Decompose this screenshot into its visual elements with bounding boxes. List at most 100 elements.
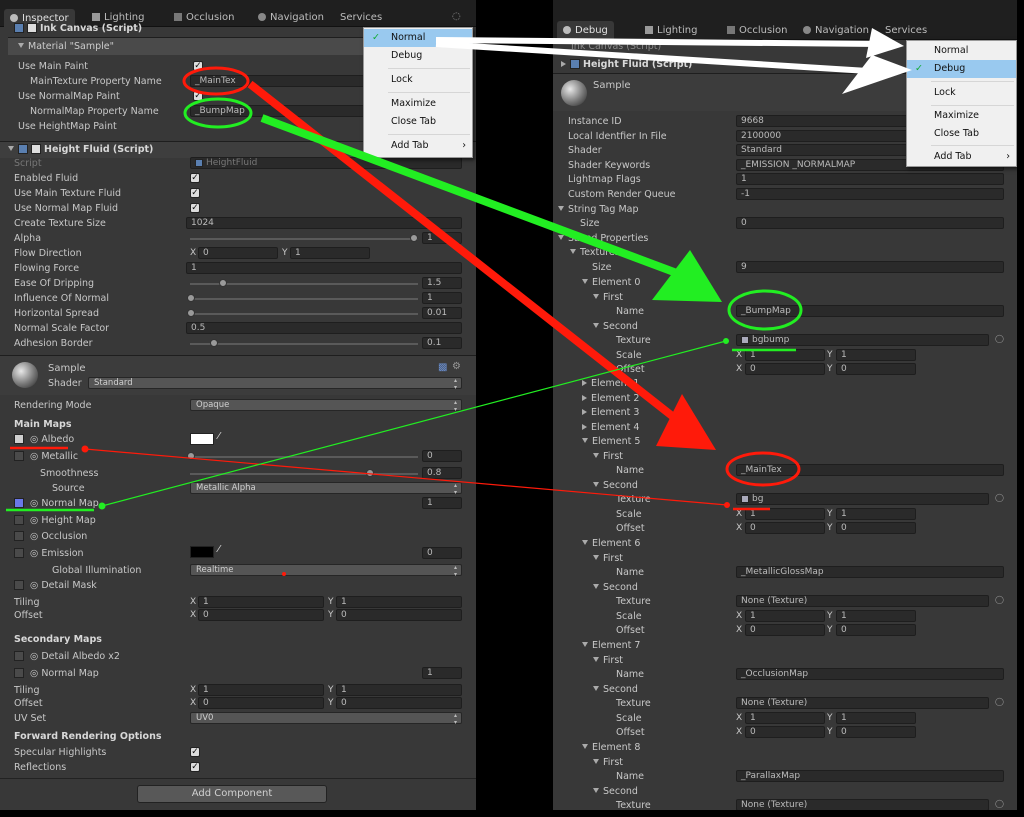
element-8[interactable]: Element 8 [582,741,640,754]
element-6-name-field[interactable]: _MetallicGlossMap [736,566,1004,578]
eyedropper-icon[interactable]: ⁄ [218,431,220,442]
use-normal-map-fluid-checkbox[interactable]: ✓ [190,203,200,213]
saved-properties[interactable]: Saved Properties [558,232,648,245]
element-6[interactable]: Element 6 [582,537,640,550]
horizontal-spread-field[interactable]: 0.01 [422,307,462,319]
add-component-button[interactable]: Add Component [137,785,327,803]
book-icon[interactable]: ▩ [438,362,447,373]
object-picker-icon[interactable]: ◯ [995,493,1004,502]
adhesion-border-field[interactable]: 0.1 [422,337,462,349]
menu-item-close-tab[interactable]: Close Tab [907,125,1016,143]
element-7[interactable]: Element 7 [582,639,640,652]
use-normalmap-paint-checkbox[interactable]: ✓ [193,91,203,101]
menu-item-normal[interactable]: Normal [907,42,1016,60]
gear-icon[interactable]: ⚙ [452,361,461,372]
alpha-slider-track[interactable] [190,238,418,240]
element-8-texture-field[interactable]: None (Texture) [736,799,989,810]
menu-item-add-tab[interactable]: Add Tab › [907,148,1016,166]
element-6-scale-y-field[interactable]: 1 [836,610,916,622]
second-foldout[interactable]: Second [593,581,638,594]
metallic-texture-slot[interactable] [14,451,24,461]
maintex-prop-field[interactable]: _MainTex [190,75,365,87]
height-fluid-title[interactable]: Height Fluid (Script) [8,143,153,156]
tab-occlusion[interactable]: Occlusion [174,8,234,27]
create-texture-size-field[interactable]: 1024 [186,217,462,229]
offset-x-field[interactable]: 0 [198,609,324,621]
second-foldout[interactable]: Second [593,683,638,696]
normal-scale-factor-field[interactable]: 0.5 [186,322,462,334]
menu-item-lock[interactable]: Lock [907,84,1016,102]
emission-field[interactable]: 0 [422,547,462,559]
tab-debug[interactable]: Debug [557,21,614,40]
specular-highlights-checkbox[interactable]: ✓ [190,747,200,757]
element-0-offset-y-field[interactable]: 0 [836,363,916,375]
alpha-field[interactable]: 1 [422,232,462,244]
metallic-slider-knob[interactable] [187,452,195,460]
element-5-scale-x-field[interactable]: 1 [745,508,825,520]
lightmap-flags-field[interactable]: 1 [736,173,1004,185]
element-5-texture-field[interactable]: bg [736,493,989,505]
horizontal-spread-slider-track[interactable] [190,313,418,315]
element-0-scale-y-field[interactable]: 1 [836,349,916,361]
smoothness-slider-track[interactable] [190,473,418,475]
source-dropdown[interactable]: Metallic Alpha [190,482,462,496]
detail-mask-texture-slot[interactable] [14,580,24,590]
use-main-texture-fluid-checkbox[interactable]: ✓ [190,188,200,198]
element-6-texture-field[interactable]: None (Texture) [736,595,989,607]
textures-size-field[interactable]: 9 [736,261,1004,273]
global-illumination-dropdown[interactable]: Realtime [190,564,462,578]
menu-item-debug[interactable]: Debug [364,47,472,65]
first-foldout[interactable]: First [593,450,623,463]
horizontal-spread-slider-knob[interactable] [187,309,195,317]
element-2[interactable]: Element 2 [582,392,639,405]
first-foldout[interactable]: First [593,654,623,667]
first-foldout[interactable]: First [593,291,623,304]
smoothness-slider-knob[interactable] [366,469,374,477]
uv-set-dropdown[interactable]: UV0 [190,712,462,726]
object-picker-icon[interactable]: ◯ [995,334,1004,343]
metallic-field[interactable]: 0 [422,450,462,462]
menu-item-add-tab[interactable]: Add Tab › [364,137,472,155]
normal-map-texture-slot[interactable] [14,498,24,508]
eyedropper-icon[interactable]: ⁄ [218,544,220,555]
element-5-offset-y-field[interactable]: 0 [836,522,916,534]
height-fluid-title[interactable]: Height Fluid (Script) [561,58,692,71]
rendering-mode-dropdown[interactable]: Opaque [190,399,462,413]
element-7-texture-field[interactable]: None (Texture) [736,697,989,709]
element-0[interactable]: Element 0 [582,276,640,289]
element-5-offset-x-field[interactable]: 0 [745,522,825,534]
second-foldout[interactable]: Second [593,479,638,492]
menu-item-normal[interactable]: ✓ Normal [364,29,472,47]
menu-item-debug[interactable]: ✓ Debug [907,60,1016,78]
metallic-slider-track[interactable] [190,456,418,458]
detail-albedo-texture-slot[interactable] [14,651,24,661]
influence-of-normal-slider-knob[interactable] [187,294,195,302]
smoothness-field[interactable]: 0.8 [422,467,462,479]
textures-foldout[interactable]: Textures [570,246,620,259]
first-foldout[interactable]: First [593,552,623,565]
enabled-fluid-checkbox[interactable]: ✓ [190,173,200,183]
element-6-offset-y-field[interactable]: 0 [836,624,916,636]
element-1[interactable]: Element 1 [582,377,639,390]
adhesion-border-slider-track[interactable] [190,343,418,345]
element-0-scale-x-field[interactable]: 1 [745,349,825,361]
adhesion-border-slider-knob[interactable] [210,339,218,347]
alpha-slider-knob[interactable] [410,234,418,242]
element-5-name-field[interactable]: _MainTex [736,464,1004,476]
secondary-normal-texture-slot[interactable] [14,668,24,678]
lock-icon[interactable]: ◌ [452,11,461,22]
material-label[interactable]: Material "Sample" [18,40,114,53]
element-8-name-field[interactable]: _ParallaxMap [736,770,1004,782]
element-7-offset-x-field[interactable]: 0 [745,726,825,738]
ease-of-dripping-field[interactable]: 1.5 [422,277,462,289]
secondary-tiling-y-field[interactable]: 1 [336,684,462,696]
enabled-checkbox[interactable] [27,23,37,33]
menu-item-lock[interactable]: Lock [364,71,472,89]
influence-of-normal-field[interactable]: 1 [422,292,462,304]
element-0-offset-x-field[interactable]: 0 [745,363,825,375]
element-7-name-field[interactable]: _OcclusionMap [736,668,1004,680]
reflections-checkbox[interactable]: ✓ [190,762,200,772]
emission-color-swatch[interactable] [190,546,214,558]
tab-services[interactable]: Services [340,8,382,27]
tab-navigation[interactable]: Navigation [258,8,324,27]
